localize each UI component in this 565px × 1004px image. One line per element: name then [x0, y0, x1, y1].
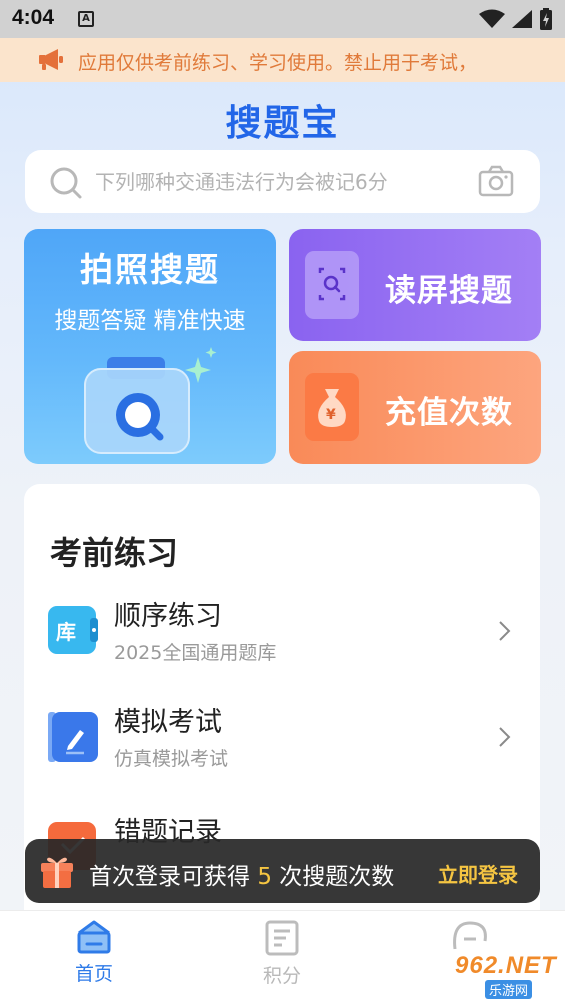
nav-points[interactable]: 积分 [222, 919, 342, 988]
nav-home[interactable]: 首页 [34, 919, 154, 986]
accessibility-badge-icon: A [78, 11, 94, 27]
battery-icon [540, 8, 552, 30]
login-now-button[interactable]: 立即登录 [438, 859, 518, 888]
nav-points-label: 积分 [262, 965, 301, 987]
camera-icon[interactable] [478, 165, 514, 197]
screen-scan-icon [305, 251, 359, 319]
mock-exam-title: 模拟考试 [114, 707, 222, 738]
watermark-text: 962.NET [455, 952, 557, 979]
watermark-logo: 962.NET 乐游网 [425, 952, 557, 1000]
notice-text: 应用仅供考前练习、学习使用。禁止用于考试， [78, 52, 478, 74]
photo-search-card[interactable]: 拍照搜题 搜题答疑 精准快速 [24, 229, 276, 464]
screen-search-card[interactable]: 读屏搜题 [289, 229, 541, 341]
sequential-practice-subtitle: 2025全国通用题库 [114, 642, 277, 664]
toast-text-after: 次搜题次数 [271, 864, 395, 890]
search-bar[interactable] [25, 150, 540, 213]
practice-title: 考前练习 [50, 534, 179, 572]
gift-icon [41, 857, 73, 888]
app-title: 搜题宝 [225, 103, 340, 144]
login-toast: 首次登录可获得 5 次搜题次数 立即登录 [25, 839, 540, 903]
recharge-card[interactable]: ¥ 充值次数 [289, 351, 541, 464]
wifi-icon [479, 9, 505, 28]
chevron-right-icon [499, 621, 511, 641]
question-bank-glyph: 库 [56, 620, 76, 644]
bottom-nav: 首页 积分 962.NET 乐游网 [0, 910, 565, 1004]
screen-search-label: 读屏搜题 [385, 273, 513, 309]
search-input[interactable] [95, 162, 475, 202]
search-icon [50, 167, 82, 199]
photo-search-title: 拍照搜题 [80, 250, 220, 289]
status-icons [479, 8, 553, 30]
mock-exam-item[interactable]: 模拟考试 仿真模拟考试 [24, 690, 540, 780]
toast-text-before: 首次登录可获得 [89, 864, 258, 890]
signal-icon [512, 10, 532, 28]
exam-book-icon [48, 712, 98, 762]
notice-banner: 应用仅供考前练习、学习使用。禁止用于考试， [0, 38, 565, 82]
login-toast-text: 首次登录可获得 5 次搜题次数 [89, 857, 394, 891]
photo-search-subtitle: 搜题答疑 精准快速 [54, 308, 246, 334]
home-icon [77, 920, 111, 954]
money-bag-symbol: ¥ [326, 407, 336, 423]
megaphone-icon [39, 49, 63, 70]
camera-search-icon [84, 347, 217, 454]
recharge-label: 充值次数 [385, 395, 513, 431]
sequential-practice-title: 顺序练习 [114, 601, 222, 632]
nav-home-label: 首页 [74, 963, 113, 985]
mock-exam-subtitle: 仿真模拟考试 [114, 748, 229, 770]
points-document-icon [265, 920, 299, 956]
status-bar: 4:04 A [0, 0, 565, 38]
sequential-practice-item[interactable]: 库 顺序练习 2025全国通用题库 [24, 584, 540, 674]
status-time: 4:04 [12, 6, 55, 29]
watermark-subtext: 乐游网 [485, 980, 533, 999]
toast-count: 5 [257, 864, 272, 890]
chevron-right-icon [499, 727, 511, 747]
